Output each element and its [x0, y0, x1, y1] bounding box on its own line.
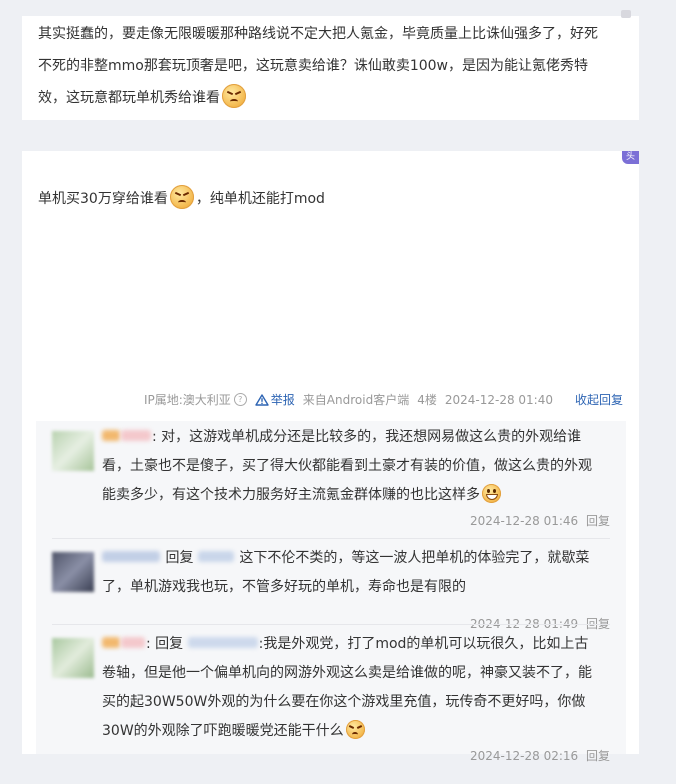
- post-meta: IP属地:澳大利亚 ? 举报 来自Android客户端 4楼 2024-12-2…: [144, 391, 623, 408]
- angry-face-emoji-icon: [169, 185, 194, 209]
- help-icon[interactable]: ?: [233, 393, 247, 406]
- post-time: 2024-12-28 01:40: [444, 392, 553, 407]
- username[interactable]: [102, 551, 160, 562]
- reply-line: 卷轴，但是他一个偏单机向的网游外观这么卖是给谁做的呢，神豪又装不了，能: [102, 665, 592, 681]
- reply-list: : 对，这游戏单机成分还是比较多的，我还想网易做这么贵的外观给谁 看，土豪也不是…: [36, 421, 626, 763]
- reply-line: 能卖多少，有这个技术力服务好主流氪金群体赚的也比这样多: [102, 487, 480, 503]
- list-item: 回复 这下不伦不类的，等这一波人把单机的体验完了，就歇菜 了，单机游戏我也玩，不…: [36, 542, 626, 631]
- username[interactable]: [121, 430, 151, 441]
- reply-line: : 对，这游戏单机成分还是比较多的，我还想网易做这么贵的外观给谁: [152, 429, 582, 445]
- avatar[interactable]: [52, 552, 94, 592]
- client-source: 来自Android客户端: [302, 393, 410, 407]
- floor-badge: 头: [621, 151, 639, 164]
- post-card-floor-4: 头 单机买30万穿给谁看 ，纯单机还能打mod IP属地:澳大利亚 ? 举报 来自…: [22, 151, 639, 763]
- reply-line: 30W的外观除了吓跑暖暖党还能干什么: [102, 723, 344, 739]
- mention[interactable]: [187, 637, 258, 648]
- post-text-b: ，纯单机还能打mod: [195, 191, 325, 207]
- username[interactable]: [121, 637, 145, 648]
- report-button[interactable]: 举报: [255, 391, 295, 408]
- ip-location: IP属地:澳大利亚: [143, 393, 231, 407]
- angry-face-emoji-icon: [345, 720, 365, 739]
- reply-line: 这下不伦不类的，等这一波人把单机的体验完了，就歇菜: [239, 550, 590, 566]
- post-body: 其实挺蠢的，要走像无限暖暖那种路线说不定大把人氪金，毕竟质量上比诛仙强多了，好死…: [38, 18, 626, 114]
- reply-time: 2024-12-28 01:46: [470, 514, 579, 528]
- reply-body: 回复 这下不伦不类的，等这一波人把单机的体验完了，就歇菜 了，单机游戏我也玩，不…: [102, 544, 612, 602]
- reply-meta: 2024-12-28 02:16 回复: [470, 747, 610, 764]
- reply-line: :我是外观党，打了mod的单机可以玩很久，比如上古: [258, 636, 589, 652]
- username[interactable]: [102, 637, 120, 648]
- username[interactable]: [102, 430, 120, 441]
- reply-body: : 回复 :我是外观党，打了mod的单机可以玩很久，比如上古 卷轴，但是他一个偏…: [102, 630, 612, 746]
- reply-meta: 2024-12-28 01:46 回复: [470, 512, 610, 529]
- post-text-a: 单机买30万穿给谁看: [38, 191, 168, 207]
- angry-face-emoji-icon: [222, 84, 246, 108]
- list-item: : 对，这游戏单机成分还是比较多的，我还想网易做这么贵的外观给谁 看，土豪也不是…: [36, 421, 626, 533]
- reply-line: 回复: [165, 550, 194, 566]
- corner-tag: [621, 10, 631, 18]
- floor-number: 4楼: [417, 393, 437, 407]
- avatar[interactable]: [52, 638, 94, 678]
- post-line: 不死的非整mmo那套玩顶奢是吧，这玩意卖给谁？诛仙敢卖100w，是因为能让氪佬秀…: [38, 58, 589, 74]
- post-line: 效，这玩意都玩单机秀给谁看: [38, 90, 220, 106]
- reply-line: : 回复: [146, 636, 184, 652]
- reply-line: 买的起30W50W外观的为什么要在你这个游戏里充值，玩传奇不更好吗，你做: [102, 694, 586, 710]
- report-label: 举报: [270, 393, 295, 407]
- grin-face-emoji-icon: [482, 484, 501, 503]
- list-item: : 回复 :我是外观党，打了mod的单机可以玩很久，比如上古 卷轴，但是他一个偏…: [36, 628, 626, 763]
- reply-line: 了，单机游戏我也玩，不管多好玩的单机，寿命也是有限的: [102, 579, 466, 595]
- post-line: 其实挺蠢的，要走像无限暖暖那种路线说不定大把人氪金，毕竟质量上比诛仙强多了，好死: [38, 26, 598, 42]
- avatar[interactable]: [52, 431, 94, 471]
- reply-button[interactable]: 回复: [586, 514, 610, 528]
- divider: [52, 624, 610, 625]
- warning-icon: [255, 393, 269, 406]
- reply-body: : 对，这游戏单机成分还是比较多的，我还想网易做这么贵的外观给谁 看，土豪也不是…: [102, 423, 612, 510]
- mention[interactable]: [197, 551, 234, 562]
- reply-line: 看，土豪也不是傻子，买了得大伙都能看到土豪才有装的价值，做这么贵的外观: [102, 458, 592, 474]
- collapse-replies-link[interactable]: 收起回复: [575, 391, 623, 408]
- post-card-top: 其实挺蠢的，要走像无限暖暖那种路线说不定大把人氪金，毕竟质量上比诛仙强多了，好死…: [22, 10, 639, 120]
- post-body: 单机买30万穿给谁看 ，纯单机还能打mod: [38, 183, 618, 215]
- reply-time: 2024-12-28 02:16: [470, 749, 579, 763]
- reply-button[interactable]: 回复: [586, 749, 610, 763]
- divider: [52, 538, 610, 539]
